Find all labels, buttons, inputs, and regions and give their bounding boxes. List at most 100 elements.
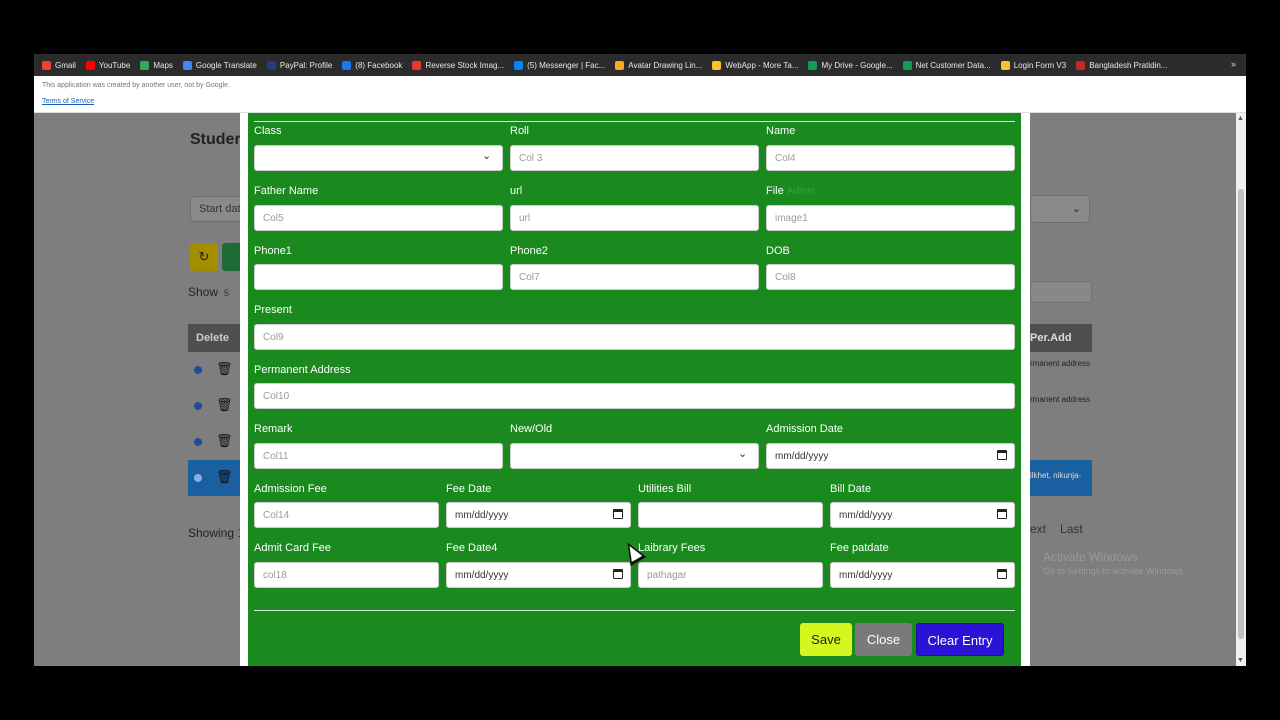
table-row: 🗑: [188, 460, 243, 496]
bookmark-label: Login Form V3: [1013, 60, 1067, 70]
bookmark-item[interactable]: Google Translate: [182, 60, 257, 70]
trash-icon[interactable]: 🗑: [216, 397, 233, 413]
bookmark-item[interactable]: WebApp - More Ta...: [712, 60, 798, 70]
phone1-input[interactable]: [254, 264, 503, 290]
delete-column-header: Delete: [188, 324, 243, 352]
bookmark-label: (8) Facebook: [355, 60, 403, 70]
bookmark-item[interactable]: Reverse Stock Imag...: [412, 60, 505, 70]
clear-entry-button[interactable]: Clear Entry: [916, 623, 1004, 656]
last-page-link[interactable]: Last: [1060, 522, 1083, 536]
peradd-column-header: Per.Add: [1030, 324, 1092, 352]
present-address-input[interactable]: Col9: [254, 324, 1015, 350]
add-user-button[interactable]: [222, 243, 242, 271]
fee-patdate-label: Fee patdate: [830, 542, 889, 554]
bookmark-item[interactable]: Login Form V3: [1000, 60, 1067, 70]
chevron-down-icon: ⌄: [738, 448, 748, 460]
date-placeholder: mm/dd/yyyy: [455, 570, 509, 581]
dob-input[interactable]: Col8: [766, 264, 1015, 290]
close-button[interactable]: Close: [855, 623, 912, 656]
calendar-icon[interactable]: [997, 450, 1007, 460]
watermark-title: Activate Windows: [1043, 550, 1138, 564]
page-scrollbar[interactable]: ▲ ▼: [1236, 113, 1246, 666]
table-row: 🗑: [188, 352, 243, 388]
name-label: Name: [766, 125, 796, 137]
bookmark-favicon-icon: [902, 60, 912, 70]
bookmark-favicon-icon: [1000, 60, 1010, 70]
bookmark-favicon-icon: [514, 60, 524, 70]
utilities-bill-input[interactable]: [638, 502, 823, 528]
calendar-icon[interactable]: [997, 509, 1007, 519]
roll-input[interactable]: Col 3: [510, 145, 759, 171]
bookmark-label: Gmail: [55, 60, 76, 70]
page-title: Studer: [190, 131, 241, 148]
fee-patdate-input[interactable]: mm/dd/yyyy: [830, 562, 1015, 588]
url-input[interactable]: url: [510, 205, 759, 231]
trash-icon[interactable]: 🗑: [216, 433, 233, 449]
laibrary-fees-input[interactable]: pathagar: [638, 562, 823, 588]
scroll-up-icon[interactable]: ▲: [1237, 115, 1244, 122]
refresh-icon: ↻: [198, 249, 210, 264]
bookmark-item[interactable]: Avatar Drawing Lin...: [615, 60, 702, 70]
scroll-down-icon[interactable]: ▼: [1237, 657, 1244, 664]
date-placeholder: mm/dd/yyyy: [775, 451, 829, 462]
admission-fee-input[interactable]: Col14: [254, 502, 439, 528]
bookmark-favicon-icon: [140, 60, 150, 70]
admit-card-fee-input[interactable]: col18: [254, 562, 439, 588]
expand-icon[interactable]: [194, 366, 202, 374]
chevron-down-icon: ⌄: [1071, 203, 1081, 215]
next-page-link[interactable]: ext: [1030, 522, 1046, 536]
fee-date4-label: Fee Date4: [446, 542, 498, 554]
father-name-input[interactable]: Col5: [254, 205, 503, 231]
permanent-address-input[interactable]: Col10: [254, 383, 1015, 409]
bookmark-item[interactable]: My Drive - Google...: [808, 60, 893, 70]
date-placeholder: mm/dd/yyyy: [839, 570, 893, 581]
expand-icon[interactable]: [194, 438, 202, 446]
bookmark-favicon-icon: [182, 60, 192, 70]
bookmark-label: My Drive - Google...: [821, 60, 893, 70]
calendar-icon[interactable]: [613, 509, 623, 519]
bookmark-label: Reverse Stock Imag...: [425, 60, 505, 70]
bookmarks-overflow-icon[interactable]: »: [1231, 59, 1236, 69]
save-button[interactable]: Save: [800, 623, 852, 656]
bill-date-label: Bill Date: [830, 483, 871, 495]
pagination: ext Last: [1030, 522, 1083, 536]
trash-icon[interactable]: 🗑: [216, 469, 233, 485]
bookmark-item[interactable]: Maps: [140, 60, 173, 70]
phone2-label: Phone2: [510, 245, 548, 257]
admission-date-input[interactable]: mm/dd/yyyy: [766, 443, 1015, 469]
bookmark-item[interactable]: PayPal: Profile: [266, 60, 332, 70]
expand-icon[interactable]: [194, 474, 202, 482]
roll-label: Roll: [510, 125, 529, 137]
calendar-icon[interactable]: [613, 569, 623, 579]
bookmark-favicon-icon: [712, 60, 722, 70]
bookmark-item[interactable]: (5) Messenger | Fac...: [514, 60, 605, 70]
bookmark-item[interactable]: Bangladesh Pratidin...: [1076, 60, 1167, 70]
date-placeholder: mm/dd/yyyy: [839, 510, 893, 521]
remark-input[interactable]: Col11: [254, 443, 503, 469]
refresh-button[interactable]: ↻: [190, 243, 218, 271]
terms-of-service-link[interactable]: Terms of Service: [42, 98, 94, 105]
filter-select[interactable]: ⌄: [1030, 195, 1090, 223]
bookmark-item[interactable]: Gmail: [42, 60, 76, 70]
search-input[interactable]: [1030, 281, 1092, 303]
fee-date4-input[interactable]: mm/dd/yyyy: [446, 562, 631, 588]
file-input[interactable]: image1: [766, 205, 1015, 231]
calendar-icon[interactable]: [997, 569, 1007, 579]
name-input[interactable]: Col4: [766, 145, 1015, 171]
bookmark-item[interactable]: Net Customer Data...: [902, 60, 991, 70]
show-entries-select[interactable]: 5: [224, 288, 229, 298]
bill-date-input[interactable]: mm/dd/yyyy: [830, 502, 1015, 528]
expand-icon[interactable]: [194, 402, 202, 410]
show-entries: Show 5: [188, 285, 229, 299]
class-select[interactable]: [254, 145, 503, 171]
scrollbar-thumb[interactable]: [1238, 189, 1244, 639]
fee-date-input[interactable]: mm/dd/yyyy: [446, 502, 631, 528]
phone2-input[interactable]: Col7: [510, 264, 759, 290]
bookmark-item[interactable]: YouTube: [85, 60, 130, 70]
bookmark-item[interactable]: (8) Facebook: [342, 60, 403, 70]
trash-icon[interactable]: 🗑: [216, 361, 233, 377]
new-old-select[interactable]: [510, 443, 759, 469]
file-label: File Admin: [766, 185, 815, 197]
table-cell: rmanent address: [1030, 395, 1091, 404]
bookmark-favicon-icon: [266, 60, 276, 70]
